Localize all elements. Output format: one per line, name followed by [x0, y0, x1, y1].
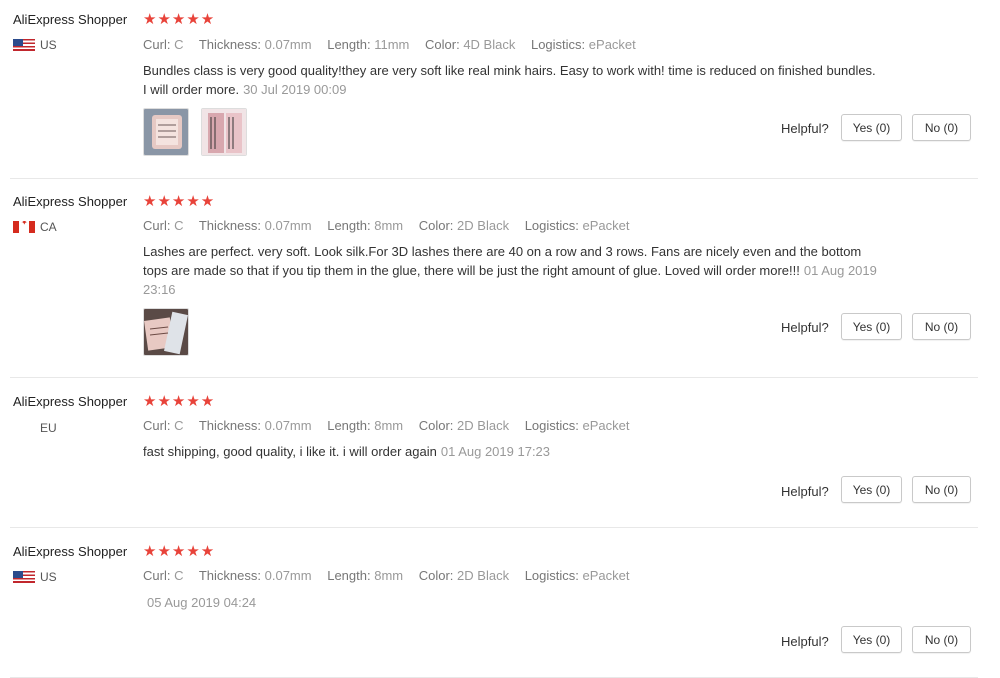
length-value: 8mm [374, 418, 404, 433]
logistics-label: Logistics: [524, 568, 579, 583]
curl-value: C [174, 37, 184, 52]
color-label: Color: [425, 37, 460, 52]
review-photo[interactable] [201, 108, 247, 156]
length-label: Length: [327, 218, 371, 233]
helpful-yes-button[interactable]: Yes (0) [841, 626, 902, 653]
logistics-value: ePacket [582, 418, 630, 433]
curl-label: Curl: [143, 568, 171, 583]
review-item: AliExpress Shopper ★★★★★ CA Curl: C Thic… [0, 179, 978, 377]
us-flag-icon [13, 39, 35, 51]
helpful-label: Helpful? [781, 121, 829, 136]
review-item: AliExpress Shopper ★★★★★ EU Curl: C Thic… [0, 378, 978, 527]
helpful-no-button[interactable]: No (0) [912, 114, 971, 141]
review-photo[interactable] [143, 108, 189, 156]
helpful-label: Helpful? [781, 484, 829, 499]
review-date: 05 Aug 2019 04:24 [147, 595, 257, 610]
country-code: US [40, 38, 57, 52]
helpful-label: Helpful? [781, 634, 829, 649]
logistics-label: Logistics: [530, 37, 586, 52]
reviewer-name: AliExpress Shopper [13, 12, 128, 27]
length-label: Length: [327, 418, 371, 433]
product-attributes: Curl: C Thickness: 0.07mm Length: 8mm Co… [143, 418, 642, 433]
thickness-value: 0.07mm [264, 37, 312, 52]
star-rating: ★★★★★ [143, 193, 216, 210]
logistics-value: ePacket [582, 568, 630, 583]
thickness-label: Thickness: [198, 37, 261, 52]
ca-flag-icon [13, 221, 35, 233]
product-attributes: Curl: C Thickness: 0.07mm Length: 11mm C… [143, 37, 648, 52]
logistics-label: Logistics: [524, 418, 579, 433]
helpful-no-button[interactable]: No (0) [912, 313, 971, 340]
color-value: 2D Black [457, 568, 510, 583]
curl-label: Curl: [143, 37, 171, 52]
review-text: 05 Aug 2019 04:24 [143, 593, 878, 612]
thickness-value: 0.07mm [264, 218, 312, 233]
star-rating: ★★★★★ [143, 543, 216, 560]
review-body: Lashes are perfect. very soft. Look silk… [143, 244, 862, 278]
review-body: fast shipping, good quality, i like it. … [143, 444, 437, 459]
reviewer-country: US [13, 570, 57, 584]
thickness-value: 0.07mm [264, 568, 312, 583]
curl-label: Curl: [143, 418, 171, 433]
reviewer-name: AliExpress Shopper [13, 544, 128, 559]
reviewer-country: CA [13, 220, 57, 234]
length-value: 11mm [374, 37, 410, 52]
reviewer-name: AliExpress Shopper [13, 194, 128, 209]
thickness-value: 0.07mm [264, 418, 312, 433]
color-value: 2D Black [457, 418, 510, 433]
curl-label: Curl: [143, 218, 171, 233]
review-date: 01 Aug 2019 17:23 [440, 444, 551, 459]
length-value: 8mm [374, 218, 404, 233]
thickness-label: Thickness: [198, 418, 261, 433]
helpful-no-button[interactable]: No (0) [912, 476, 971, 503]
helpful-label: Helpful? [781, 320, 829, 335]
reviewer-name: AliExpress Shopper [13, 394, 128, 409]
curl-value: C [174, 418, 184, 433]
helpful-no-button[interactable]: No (0) [912, 626, 971, 653]
logistics-value: ePacket [588, 37, 636, 52]
reviewer-country: EU [13, 421, 57, 435]
length-value: 8mm [374, 568, 404, 583]
review-text: Bundles class is very good quality!they … [143, 61, 878, 99]
review-item: AliExpress Shopper ★★★★★ US Curl: C Thic… [0, 528, 978, 677]
length-label: Length: [327, 568, 371, 583]
review-item: AliExpress Shopper ★★★★★ US Curl: C Thic… [0, 0, 978, 178]
review-date: 30 Jul 2019 00:09 [243, 82, 347, 97]
country-code: US [40, 570, 57, 584]
curl-value: C [174, 568, 184, 583]
helpful-yes-button[interactable]: Yes (0) [841, 313, 902, 340]
color-value: 4D Black [463, 37, 516, 52]
curl-value: C [174, 218, 184, 233]
product-attributes: Curl: C Thickness: 0.07mm Length: 8mm Co… [143, 218, 642, 233]
helpful-yes-button[interactable]: Yes (0) [841, 476, 902, 503]
logistics-label: Logistics: [524, 218, 579, 233]
color-value: 2D Black [457, 218, 510, 233]
reviewer-country: US [13, 38, 57, 52]
flag-placeholder [13, 422, 35, 434]
color-label: Color: [418, 568, 454, 583]
country-code: CA [40, 220, 57, 234]
thickness-label: Thickness: [198, 568, 261, 583]
review-photo[interactable] [143, 308, 189, 356]
star-rating: ★★★★★ [143, 11, 216, 28]
thickness-label: Thickness: [198, 218, 261, 233]
color-label: Color: [418, 218, 454, 233]
star-rating: ★★★★★ [143, 393, 216, 410]
helpful-yes-button[interactable]: Yes (0) [841, 114, 902, 141]
review-text: fast shipping, good quality, i like it. … [143, 442, 878, 461]
color-label: Color: [418, 418, 454, 433]
review-text: Lashes are perfect. very soft. Look silk… [143, 242, 878, 299]
country-code: EU [40, 421, 57, 435]
us-flag-icon [13, 571, 35, 583]
logistics-value: ePacket [582, 218, 630, 233]
product-attributes: Curl: C Thickness: 0.07mm Length: 8mm Co… [143, 568, 642, 583]
length-label: Length: [327, 37, 371, 52]
